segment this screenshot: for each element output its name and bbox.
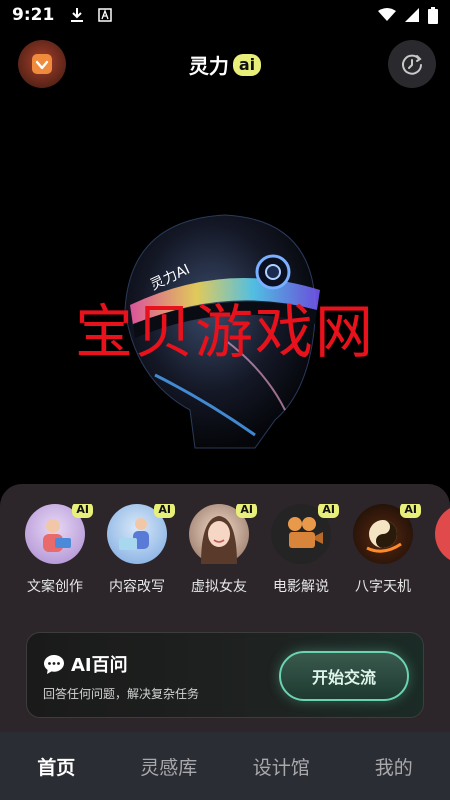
tool-avatar: AI — [107, 504, 175, 564]
tool-avatar: AI — [189, 504, 257, 564]
tool-label: 八字天机 — [355, 579, 411, 595]
feature-sheet: AI 文案创作 AI 内容改写 AI 虚拟女友 AI 电影解说 AI 八字天机 … — [0, 484, 450, 734]
ai-badge: AI — [154, 504, 175, 518]
history-button[interactable] — [388, 40, 436, 88]
tool-label: 虚拟女友 — [191, 579, 247, 595]
qa-title: AI百问 — [43, 651, 128, 677]
tool-label: 内容改写 — [109, 579, 165, 595]
battery-icon — [428, 6, 438, 24]
tool-bazi-fortune[interactable]: AI 八字天机 — [352, 504, 421, 596]
chat-bubble-icon — [44, 655, 64, 674]
ai-tools-row[interactable]: AI 文案创作 AI 内容改写 AI 虚拟女友 AI 电影解说 AI 八字天机 — [24, 504, 450, 596]
tool-avatar: AI — [25, 504, 93, 564]
tool-label: 文案创作 — [27, 579, 83, 595]
status-notifications — [70, 7, 113, 23]
tool-partial[interactable] — [434, 504, 450, 596]
app-title-badge: ai — [232, 53, 262, 76]
nav-home[interactable]: 首页 — [0, 732, 113, 800]
ai-badge: AI — [318, 504, 339, 518]
tool-avatar: AI — [271, 504, 339, 564]
signal-icon — [405, 8, 419, 22]
tool-rewrite[interactable]: AI 内容改写 — [106, 504, 175, 596]
app-title-text: 灵力 — [188, 54, 229, 78]
qa-subtitle: 回答任何问题，解决复杂任务 — [43, 687, 200, 701]
tool-movie-commentary[interactable]: AI 电影解说 — [270, 504, 339, 596]
bottom-nav: 首页 灵感库 设计馆 我的 — [0, 732, 450, 800]
status-time: 9:21 — [12, 5, 55, 25]
tool-label: 电影解说 — [273, 579, 329, 595]
ai-badge: AI — [72, 504, 93, 518]
download-icon — [71, 8, 84, 22]
tool-avatar — [435, 504, 450, 564]
tool-virtual-girlfriend[interactable]: AI 虚拟女友 — [188, 504, 257, 596]
ai-badge: AI — [400, 504, 421, 518]
start-chat-button[interactable]: 开始交流 — [279, 651, 409, 701]
ai-qa-card[interactable]: AI百问 回答任何问题，解决复杂任务 开始交流 — [26, 632, 424, 718]
tool-avatar: AI — [353, 504, 421, 564]
watermark-text: 宝贝游戏网 — [74, 298, 375, 366]
header: 灵力 ai — [0, 38, 450, 92]
tool-copywriting[interactable]: AI 文案创作 — [24, 504, 93, 596]
nav-design[interactable]: 设计馆 — [225, 732, 338, 800]
nav-inspiration[interactable]: 灵感库 — [113, 732, 226, 800]
app-title: 灵力 ai — [0, 50, 450, 79]
wifi-icon — [378, 8, 396, 21]
qa-title-text: AI百问 — [71, 655, 128, 676]
ai-badge: AI — [236, 504, 257, 518]
font-app-icon — [98, 8, 113, 22]
refresh-icon — [402, 54, 422, 75]
status-bar: 9:21 — [0, 0, 450, 30]
nav-profile[interactable]: 我的 — [338, 732, 450, 800]
